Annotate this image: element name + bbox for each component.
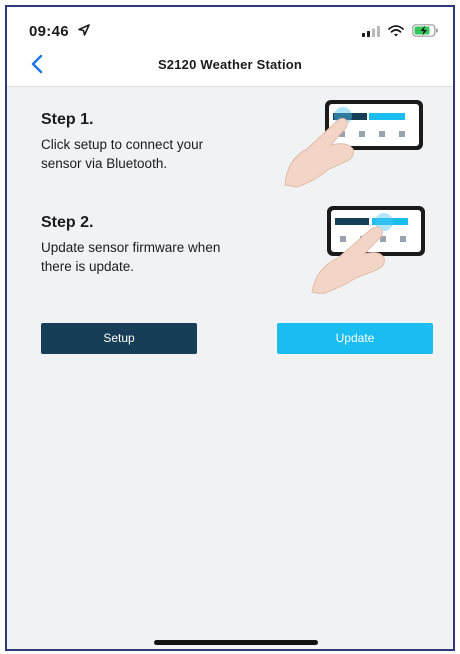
wifi-icon	[388, 24, 404, 42]
battery-charging-icon	[412, 24, 439, 42]
update-button[interactable]: Update	[277, 323, 433, 354]
step-2-description: Update sensor firmware when there is upd…	[41, 240, 221, 274]
step-2-title: Step 2.	[41, 214, 94, 231]
step-1: Step 1. Click setup to connect your sens…	[41, 111, 241, 173]
page-title: S2120 Weather Station	[157, 57, 303, 72]
app-screen: 09:46 S2120 Weather Station Step 1. Clic…	[5, 5, 455, 651]
header: 09:46 S2120 Weather Station	[7, 7, 453, 87]
status-icons	[362, 24, 439, 42]
step-2: Step 2. Update sensor firmware when ther…	[41, 214, 241, 276]
step-2-phone-illustration	[282, 202, 432, 299]
cellular-signal-icon	[362, 24, 380, 42]
step-1-title: Step 1.	[41, 111, 94, 128]
home-indicator[interactable]	[154, 640, 318, 645]
step-1-description: Click setup to connect your sensor via B…	[41, 137, 204, 171]
step-1-phone-illustration	[277, 97, 427, 194]
location-arrow-icon	[78, 23, 90, 41]
status-time: 09:46	[29, 23, 69, 40]
setup-button[interactable]: Setup	[41, 323, 197, 354]
